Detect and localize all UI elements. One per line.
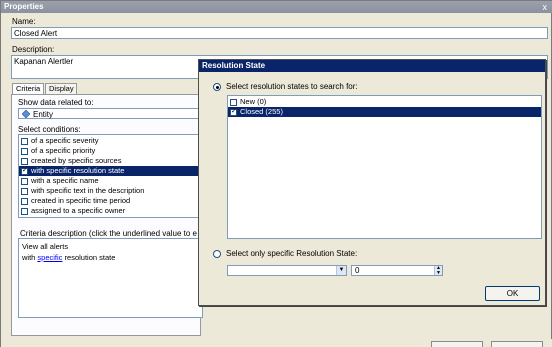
condition-item[interactable]: with a specific name	[19, 176, 200, 186]
condition-item[interactable]: created by specific sources	[19, 156, 200, 166]
close-icon[interactable]: x	[543, 1, 548, 13]
criteria-description-label: Criteria description (click the underlin…	[20, 229, 197, 238]
select-conditions-label: Select conditions:	[18, 125, 81, 134]
name-field[interactable]: Closed Alert	[11, 27, 548, 39]
ok-button[interactable]: OK	[485, 286, 540, 301]
resolution-states-list: New (0)Closed (255)	[227, 95, 542, 239]
spinner-arrows-icon[interactable]: ▲ ▼	[434, 266, 442, 275]
description-label: Description:	[12, 45, 55, 54]
criteria-line-2: with specific resolution state	[22, 252, 199, 263]
conditions-list: of a specific severity of a specific prio…	[18, 134, 201, 218]
resolution-state-title: Resolution State	[202, 61, 266, 70]
resolution-state-item-label: New (0)	[240, 97, 267, 106]
name-label: Name:	[12, 17, 36, 26]
chevron-down-icon[interactable]: ▼	[336, 266, 346, 275]
resolution-state-dropdown[interactable]: ▼	[227, 265, 347, 276]
condition-item-label: with a specific name	[31, 176, 99, 185]
criteria-prefix: with	[22, 253, 38, 262]
checkbox[interactable]	[21, 157, 28, 165]
spinner-value: 0	[355, 266, 360, 275]
checkbox[interactable]	[21, 147, 28, 155]
bottom-button-2[interactable]	[491, 341, 543, 347]
criteria-line-1: View all alerts	[22, 242, 69, 251]
condition-item-label: created by specific sources	[31, 156, 122, 165]
specific-link[interactable]: specific	[37, 253, 62, 262]
show-data-value: Entity	[33, 110, 54, 119]
resolution-state-item[interactable]: Closed (255)	[228, 107, 541, 117]
condition-item[interactable]: created in specific time period	[19, 196, 200, 206]
checkbox[interactable]	[21, 137, 28, 145]
tab-display[interactable]: Display	[45, 83, 77, 94]
criteria-suffix: resolution state	[62, 253, 116, 262]
checkbox[interactable]	[230, 107, 237, 117]
resolution-state-dialog: Resolution State Select resolution state…	[198, 59, 546, 306]
condition-item-label: of a specific priority	[31, 146, 96, 155]
checkbox[interactable]	[21, 197, 28, 205]
checkbox[interactable]	[21, 187, 28, 195]
condition-item-label: with specific resolution state	[31, 166, 125, 175]
show-data-dropdown[interactable]: Entity	[18, 108, 201, 119]
condition-item[interactable]: with specific resolution state	[19, 166, 200, 176]
checkbox[interactable]	[21, 207, 28, 215]
condition-item-label: of a specific severity	[31, 136, 99, 145]
entity-icon	[21, 109, 31, 119]
condition-item[interactable]: assigned to a specific owner	[19, 206, 200, 216]
checkbox[interactable]	[21, 166, 28, 176]
radio-specific-state[interactable]	[213, 250, 221, 258]
condition-item[interactable]: of a specific severity	[19, 136, 200, 146]
bottom-button-1[interactable]	[431, 341, 483, 347]
radio-specific-state-label: Select only specific Resolution State:	[226, 249, 358, 258]
properties-title: Properties	[4, 2, 44, 11]
properties-title-bar: Properties	[1, 1, 552, 13]
resolution-state-item-label: Closed (255)	[240, 107, 283, 116]
condition-item[interactable]: of a specific priority	[19, 146, 200, 156]
radio-select-states[interactable]	[213, 83, 221, 91]
condition-item-label: created in specific time period	[31, 196, 131, 205]
criteria-description-box: View all alerts with specific resolution…	[18, 238, 203, 318]
resolution-state-spinner[interactable]: 0 ▲ ▼	[351, 265, 443, 276]
checkbox[interactable]	[21, 177, 28, 185]
condition-item-label: assigned to a specific owner	[31, 206, 126, 215]
resolution-state-title-bar: Resolution State	[199, 60, 545, 72]
show-data-label: Show data related to:	[18, 98, 94, 107]
radio-select-states-label: Select resolution states to search for:	[226, 82, 358, 91]
resolution-state-item[interactable]: New (0)	[228, 97, 541, 107]
condition-item-label: with specific text in the description	[31, 186, 145, 195]
condition-item[interactable]: with specific text in the description	[19, 186, 200, 196]
checkbox[interactable]	[230, 98, 237, 106]
